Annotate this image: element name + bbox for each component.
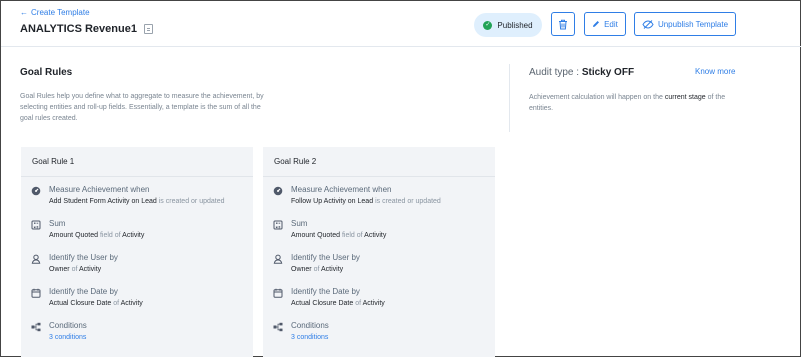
user-icon xyxy=(273,254,283,264)
branch-icon xyxy=(31,322,41,332)
status-badge: ✓ Published xyxy=(474,13,542,37)
sum-value: Amount Quoted field of Activity xyxy=(49,232,144,239)
user-value: Owner of Activity xyxy=(49,266,118,273)
date-of: of xyxy=(355,300,362,307)
sum-value: Amount Quoted field of Activity xyxy=(291,232,386,239)
calculator-icon xyxy=(31,220,41,230)
date-label: Identify the Date by xyxy=(291,287,360,296)
measure-label: Measure Achievement when xyxy=(49,185,150,194)
user-label: Identify the User by xyxy=(291,253,360,262)
identify-date-row: Identify the Date by Actual Closure Date… xyxy=(31,287,143,307)
user-of: of xyxy=(313,266,320,273)
sum-field: Amount Quoted xyxy=(49,232,99,239)
sum-label: Sum xyxy=(49,219,66,228)
calendar-icon xyxy=(273,288,283,298)
goal-rule-card-1: Goal Rule 1 Measure Achievement when Add… xyxy=(21,147,253,357)
audit-description: Achievement calculation will happen on t… xyxy=(529,92,734,114)
date-field: Actual Closure Date xyxy=(291,300,354,307)
date-of: of xyxy=(113,300,120,307)
audit-desc-prefix: Achievement calculation will happen on t… xyxy=(529,94,663,101)
user-label: Identify the User by xyxy=(49,253,118,262)
audit-type: Audit type : Sticky OFF xyxy=(529,67,634,78)
measure-value: Follow Up Activity on Lead is created or… xyxy=(291,198,441,205)
sum-label: Sum xyxy=(291,219,308,228)
goal-rule-card-2: Goal Rule 2 Measure Achievement when Fol… xyxy=(263,147,495,357)
user-entity: Activity xyxy=(320,266,344,273)
goal-rule-title: Goal Rule 2 xyxy=(263,147,495,177)
top-bar: ← Create Template ANALYTICS Revenue1 ✓ P… xyxy=(1,1,801,47)
page-title: ANALYTICS Revenue1 xyxy=(20,23,153,35)
date-value: Actual Closure Date of Activity xyxy=(291,300,385,307)
measure-suffix: is created or updated xyxy=(375,198,441,205)
date-field: Actual Closure Date xyxy=(49,300,112,307)
conditions-row: Conditions 3 conditions xyxy=(31,321,87,341)
conditions-row: Conditions 3 conditions xyxy=(273,321,329,341)
sum-entity: Activity xyxy=(364,232,387,239)
goal-rule-title: Goal Rule 1 xyxy=(21,147,253,177)
gauge-icon xyxy=(273,186,283,196)
date-label: Identify the Date by xyxy=(49,287,118,296)
sum-entity: Activity xyxy=(122,232,145,239)
edit-button-label: Edit xyxy=(604,19,618,29)
measure-entity: Add Student Form Activity on Lead xyxy=(49,198,157,205)
user-value: Owner of Activity xyxy=(291,266,360,273)
date-value: Actual Closure Date of Activity xyxy=(49,300,143,307)
gauge-icon xyxy=(31,186,41,196)
arrow-left-icon: ← xyxy=(20,8,28,17)
know-more-link[interactable]: Know more xyxy=(695,67,735,76)
date-entity: Activity xyxy=(362,300,385,307)
measure-suffix: is created or updated xyxy=(158,198,225,205)
edit-button[interactable]: Edit xyxy=(584,12,626,36)
status-label: Published xyxy=(497,20,533,30)
conditions-label: Conditions xyxy=(49,321,87,330)
sum-of: field of xyxy=(341,232,363,239)
unpublish-button-label: Unpublish Template xyxy=(657,19,729,29)
conditions-link[interactable]: 3 conditions xyxy=(291,334,329,341)
identify-user-row: Identify the User by Owner of Activity xyxy=(31,253,118,273)
conditions-link[interactable]: 3 conditions xyxy=(49,334,87,341)
user-entity: Activity xyxy=(78,266,102,273)
unpublish-template-button[interactable]: Unpublish Template xyxy=(634,12,736,36)
measure-label: Measure Achievement when xyxy=(291,185,392,194)
audit-type-label: Audit type : xyxy=(529,67,580,78)
audit-desc-highlight: current stage xyxy=(664,94,706,101)
sum-field: Amount Quoted xyxy=(291,232,341,239)
identify-user-row: Identify the User by Owner of Activity xyxy=(273,253,360,273)
sum-row: Sum Amount Quoted field of Activity xyxy=(273,219,386,239)
pencil-icon xyxy=(593,21,600,27)
measure-achievement-row: Measure Achievement when Follow Up Activ… xyxy=(273,185,441,205)
calendar-icon xyxy=(31,288,41,298)
branch-icon xyxy=(273,322,283,332)
delete-button[interactable] xyxy=(551,12,575,36)
template-name: ANALYTICS Revenue1 xyxy=(20,23,137,35)
measure-value: Add Student Form Activity on Lead is cre… xyxy=(49,198,225,205)
measure-entity: Follow Up Activity on Lead xyxy=(291,198,374,205)
sum-row: Sum Amount Quoted field of Activity xyxy=(31,219,144,239)
sum-of: field of xyxy=(99,232,121,239)
check-circle-icon: ✓ xyxy=(483,20,493,30)
back-to-create-template-link[interactable]: ← Create Template xyxy=(20,8,90,17)
measure-achievement-row: Measure Achievement when Add Student For… xyxy=(31,185,225,205)
calculator-icon xyxy=(273,220,283,230)
document-icon[interactable] xyxy=(143,24,153,34)
goal-rules-description: Goal Rules help you define what to aggre… xyxy=(20,93,264,122)
date-entity: Activity xyxy=(120,300,143,307)
conditions-label: Conditions xyxy=(291,321,329,330)
goal-rules-title: Goal Rules xyxy=(20,67,73,78)
audit-type-value: Sticky OFF xyxy=(581,67,635,78)
user-icon xyxy=(31,254,41,264)
identify-date-row: Identify the Date by Actual Closure Date… xyxy=(273,287,385,307)
back-link-label: Create Template xyxy=(31,8,90,17)
user-of: of xyxy=(71,266,78,273)
vertical-divider xyxy=(509,64,510,132)
trash-icon xyxy=(559,19,567,29)
user-field: Owner xyxy=(49,266,70,273)
user-field: Owner xyxy=(291,266,312,273)
eye-off-icon xyxy=(642,19,654,29)
